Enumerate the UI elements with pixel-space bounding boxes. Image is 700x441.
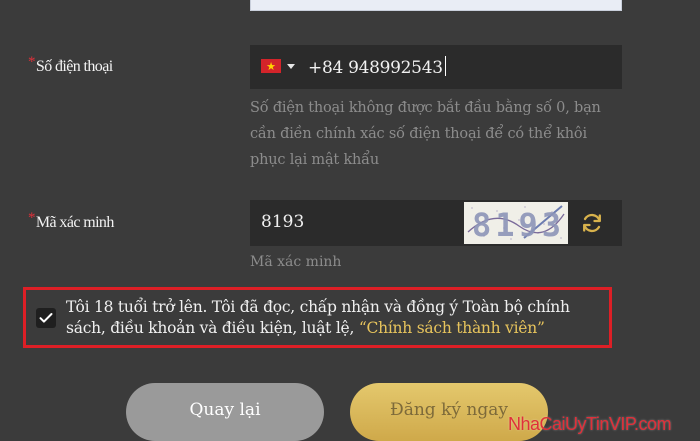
phone-label-text: Số điện thoại <box>35 58 113 75</box>
check-icon <box>39 313 53 323</box>
previous-input-field[interactable] <box>250 0 622 11</box>
watermark: NhaCaiUyTinVIP.com <box>508 414 672 434</box>
required-mark: * <box>28 54 35 70</box>
back-button[interactable]: Quay lại <box>126 383 324 441</box>
chevron-down-icon[interactable] <box>287 64 295 69</box>
required-mark: * <box>28 210 35 226</box>
captcha-image: 8193 <box>464 202 568 244</box>
member-policy-link[interactable]: “Chính sách thành viên” <box>359 319 545 337</box>
phone-label: *Số điện thoại <box>28 54 113 76</box>
captcha-label: *Mã xác minh <box>28 210 114 232</box>
captcha-hint: Mã xác minh <box>250 254 342 270</box>
agreement-text: Tôi 18 tuổi trở lên. Tôi đã đọc, chấp nh… <box>66 297 611 339</box>
captcha-label-text: Mã xác minh <box>35 214 114 231</box>
captcha-input[interactable]: 8193 8193 <box>250 200 622 246</box>
phone-hint: Số điện thoại không được bắt đầu bằng số… <box>250 100 601 168</box>
agreement-highlight: Tôi 18 tuổi trở lên. Tôi đã đọc, chấp nh… <box>23 287 612 348</box>
agreement-checkbox[interactable] <box>36 308 56 328</box>
text-cursor <box>444 56 446 76</box>
refresh-icon[interactable] <box>580 211 604 235</box>
captcha-image-text: 8193 <box>472 206 565 244</box>
phone-input[interactable]: ★ +84 948992543 <box>250 45 622 89</box>
phone-value[interactable]: +84 948992543 <box>308 56 446 78</box>
captcha-value[interactable]: 8193 <box>261 212 304 232</box>
vietnam-flag-icon[interactable]: ★ <box>261 59 281 73</box>
